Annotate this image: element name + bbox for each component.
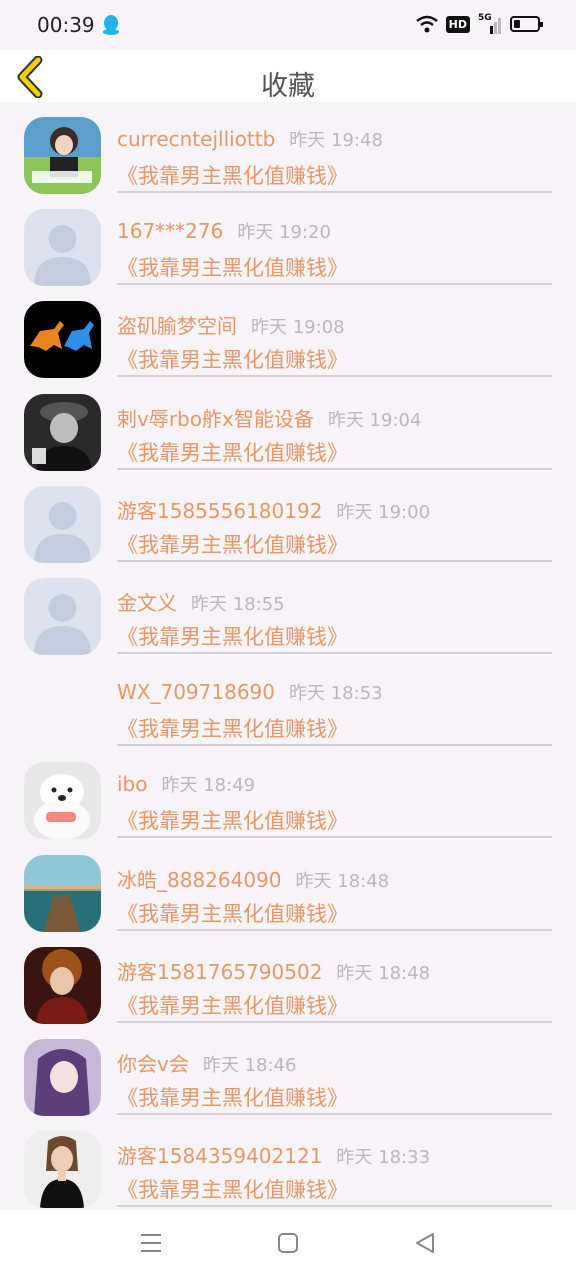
list-item[interactable]: 冰皓_888264090 昨天 18:48 《我靠男主黑化值赚钱》 — [0, 840, 576, 932]
divider — [117, 1112, 552, 1115]
avatar[interactable] — [24, 393, 101, 471]
divider — [117, 191, 552, 193]
divider — [117, 836, 552, 839]
timestamp: 昨天 19:04 — [327, 409, 422, 431]
user-name-text: 冰皓_888264090 — [117, 867, 282, 892]
user-name-text: 盗矶腧梦空间 — [117, 314, 237, 339]
book-title[interactable]: 《我靠男主黑化值赚钱》 — [117, 1174, 348, 1204]
hd-icon: HD — [445, 15, 470, 33]
book-title[interactable]: 《我靠男主黑化值赚钱》 — [117, 713, 348, 743]
user-name-text: 167***276 — [117, 219, 224, 244]
book-title[interactable]: 《我靠男主黑化值赚钱》 — [117, 252, 348, 282]
timestamp: 昨天 18:55 — [191, 593, 285, 615]
divider — [117, 283, 552, 286]
list-item[interactable]: 游客1581765790502 昨天 18:48 《我靠男主黑化值赚钱》 — [0, 932, 576, 1024]
divider — [117, 928, 552, 931]
book-title[interactable]: 《我靠男主黑化值赚钱》 — [117, 160, 348, 190]
divider — [117, 559, 552, 562]
user-name-text: 金文义 — [117, 590, 177, 615]
user-name: currecntejlliottb 昨天 19:48 — [117, 126, 383, 152]
divider — [117, 467, 552, 470]
user-name: 盗矶腧梦空间 昨天 19:08 — [117, 310, 345, 339]
network-type-label: 5G — [478, 13, 492, 23]
divider — [117, 1205, 552, 1208]
divider — [117, 375, 552, 378]
user-name: 游客1584359402121 昨天 18:33 — [117, 1140, 430, 1169]
user-name: 你会v会 昨天 18:46 — [117, 1048, 296, 1077]
list-item[interactable]: 盗矶腧梦空间 昨天 19:08 《我靠男主黑化值赚钱》 — [0, 286, 576, 379]
status-bar: 00:39 HD 5G — [0, 0, 576, 50]
book-title[interactable]: 《我靠男主黑化值赚钱》 — [117, 529, 348, 559]
list-item[interactable]: 金文义 昨天 18:55 《我靠男主黑化值赚钱》 — [0, 563, 576, 655]
user-name-text: 游客1585556180192 — [117, 498, 323, 523]
timestamp: 昨天 18:53 — [289, 683, 383, 705]
list-item[interactable]: WX_709718690 昨天 18:53 《我靠男主黑化值赚钱》 — [0, 655, 576, 747]
user-name: 游客1585556180192 昨天 19:00 — [117, 495, 430, 524]
divider — [117, 651, 552, 654]
timestamp: 昨天 18:46 — [202, 1054, 297, 1076]
wifi-icon — [415, 15, 438, 33]
list-item[interactable]: 游客1585556180192 昨天 19:00 《我靠男主黑化值赚钱》 — [0, 471, 576, 563]
user-name: 冰皓_888264090 昨天 18:48 — [117, 864, 389, 893]
timestamp: 昨天 19:08 — [251, 317, 345, 339]
timestamp: 昨天 19:48 — [289, 130, 383, 151]
user-name: 金文义 昨天 18:55 — [117, 587, 285, 616]
book-title[interactable]: 《我靠男主黑化值赚钱》 — [117, 898, 348, 928]
user-name-text: 游客1584359402121 — [117, 1144, 323, 1169]
user-name: 剌v辱rbo舴x智能设备 昨天 19:04 — [117, 403, 421, 432]
divider — [117, 744, 552, 747]
status-icons: HD 5G — [415, 13, 543, 34]
avatar[interactable] — [24, 1038, 101, 1116]
timestamp: 昨天 18:33 — [336, 1147, 431, 1169]
timestamp: 昨天 18:48 — [336, 962, 431, 984]
timestamp: 昨天 18:48 — [295, 870, 390, 892]
avatar[interactable] — [24, 209, 101, 287]
avatar[interactable] — [24, 577, 101, 655]
list-item[interactable]: 游客1584359402121 昨天 18:33 《我靠男主黑化值赚钱》 — [0, 1116, 576, 1209]
book-title[interactable]: 《我靠男主黑化值赚钱》 — [117, 621, 348, 651]
book-title[interactable]: 《我靠男主黑化值赚钱》 — [117, 990, 348, 1020]
user-name-text: 你会v会 — [117, 1051, 189, 1076]
list-item[interactable]: 167***276 昨天 19:20 《我靠男主黑化值赚钱》 — [0, 194, 576, 287]
book-title[interactable]: 《我靠男主黑化值赚钱》 — [117, 344, 348, 374]
menu-icon[interactable] — [140, 1232, 162, 1254]
back-icon[interactable] — [414, 1232, 436, 1254]
list-item[interactable]: 你会v会 昨天 18:46 《我靠男主黑化值赚钱》 — [0, 1024, 576, 1116]
user-name-text: 剌v辱rbo舴x智能设备 — [117, 406, 314, 431]
book-title[interactable]: 《我靠男主黑化值赚钱》 — [117, 1082, 348, 1112]
timestamp: 昨天 19:00 — [336, 501, 431, 523]
home-icon[interactable] — [277, 1232, 299, 1254]
system-nav-bar — [0, 1210, 576, 1280]
user-name-text: 游客1581765790502 — [117, 959, 323, 984]
list-item[interactable]: currecntejlliottb 昨天 19:48 《我靠男主黑化值赚钱》 — [0, 102, 576, 194]
avatar[interactable] — [24, 762, 101, 840]
avatar[interactable] — [24, 117, 101, 194]
user-name: 游客1581765790502 昨天 18:48 — [117, 956, 430, 985]
book-title[interactable]: 《我靠男主黑化值赚钱》 — [117, 437, 348, 467]
list-item[interactable]: 剌v辱rbo舴x智能设备 昨天 19:04 《我靠男主黑化值赚钱》 — [0, 379, 576, 471]
avatar[interactable] — [24, 485, 101, 563]
page-title: 收藏 — [261, 71, 315, 102]
avatar[interactable] — [24, 301, 101, 379]
user-name-text: WX_709718690 — [117, 680, 275, 705]
book-title[interactable]: 《我靠男主黑化值赚钱》 — [117, 805, 348, 835]
user-name: 167***276 昨天 19:20 — [117, 218, 331, 244]
battery-icon — [510, 16, 543, 32]
avatar[interactable] — [24, 1131, 101, 1209]
user-name-text: currecntejlliottb — [117, 127, 276, 151]
signal-icon: 5G — [478, 13, 502, 34]
user-name: ibo 昨天 18:49 — [117, 771, 255, 797]
avatar[interactable] — [24, 946, 101, 1024]
user-name: WX_709718690 昨天 18:53 — [117, 679, 383, 705]
user-name-text: ibo — [117, 772, 148, 797]
timestamp: 昨天 19:20 — [237, 222, 331, 244]
header: 收藏 — [0, 50, 576, 102]
timestamp: 昨天 18:49 — [161, 775, 256, 797]
avatar[interactable] — [24, 854, 101, 932]
favorites-list: currecntejlliottb 昨天 19:48 《我靠男主黑化值赚钱》 16… — [0, 102, 576, 1209]
status-time: 00:39 — [37, 13, 95, 37]
list-item[interactable]: ibo 昨天 18:49 《我靠男主黑化值赚钱》 — [0, 747, 576, 840]
qq-icon — [103, 15, 119, 35]
divider — [117, 1020, 552, 1023]
